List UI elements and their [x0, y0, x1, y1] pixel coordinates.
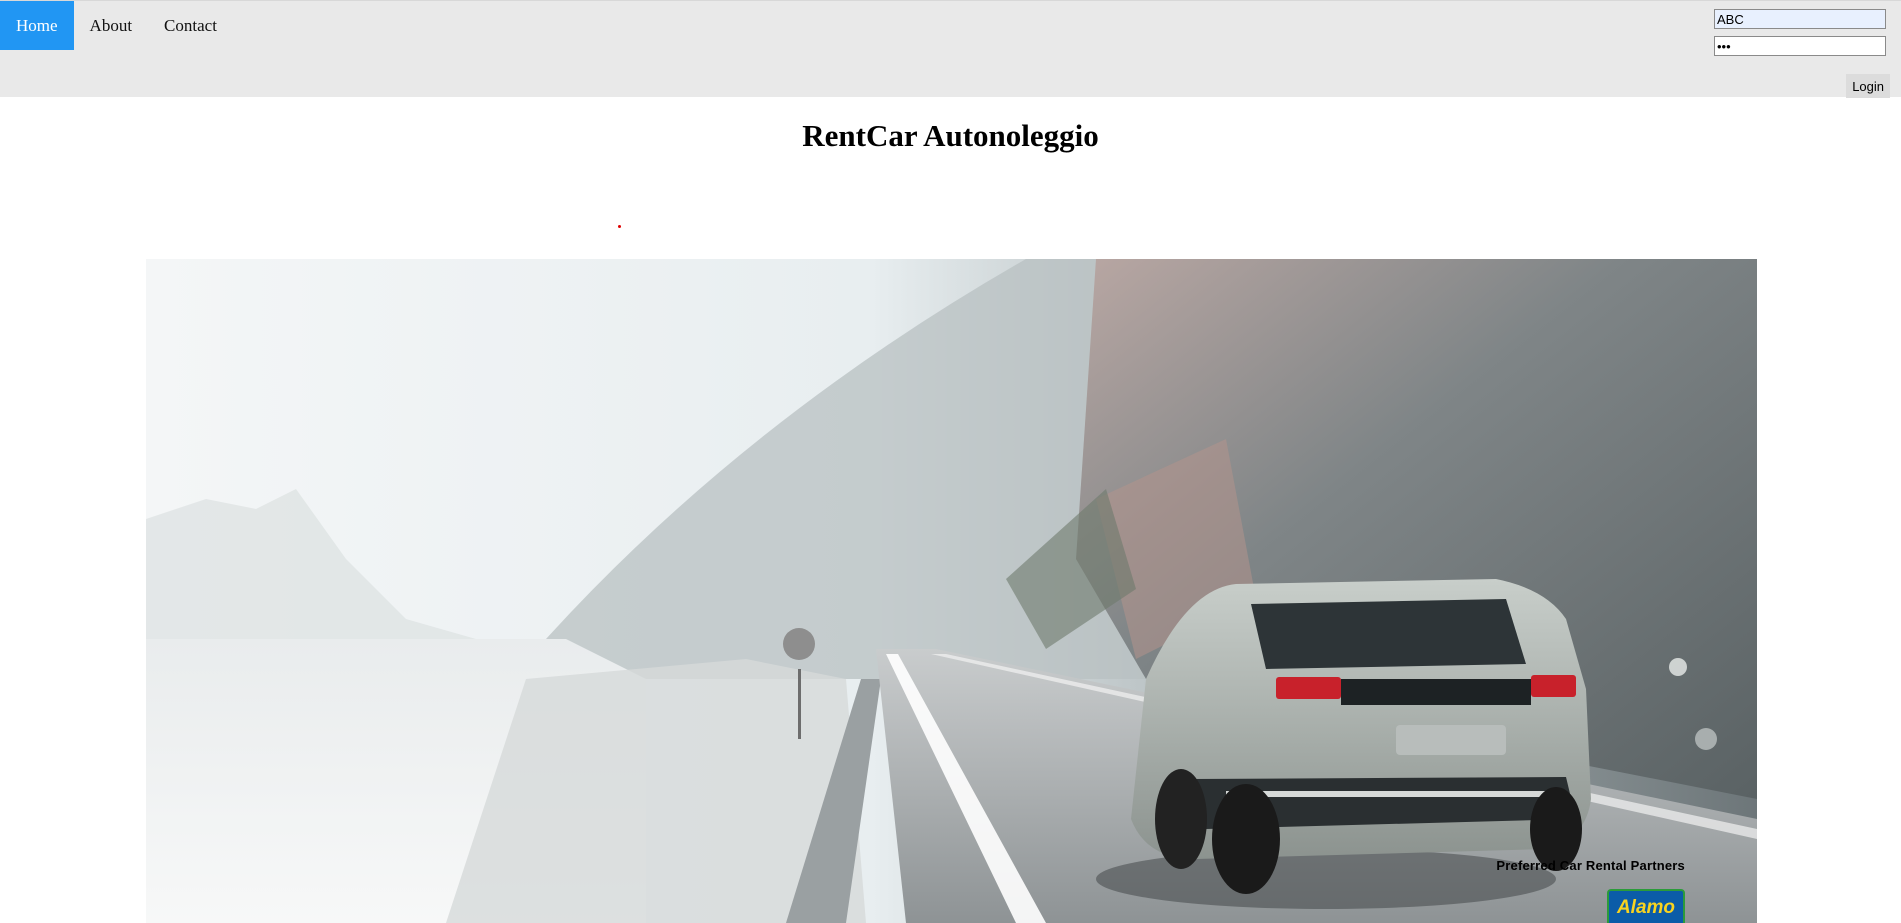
nav-about-link[interactable]: About	[74, 1, 149, 50]
page-title: RentCar Autonoleggio	[802, 118, 1099, 153]
password-input[interactable]	[1714, 36, 1886, 56]
alamo-logo[interactable]: Alamo	[1607, 889, 1685, 923]
hero-banner-image: Preferred Car Rental Partners Alamo	[146, 259, 1757, 923]
red-dot-marker	[618, 225, 621, 228]
username-input[interactable]	[1714, 9, 1886, 29]
nav-contact-link[interactable]: Contact	[148, 1, 233, 50]
hero-illustration	[146, 259, 1757, 923]
partners-label: Preferred Car Rental Partners	[1496, 858, 1685, 873]
nav-home-link[interactable]: Home	[0, 1, 74, 50]
main-nav: Home About Contact	[0, 1, 233, 50]
login-form	[1714, 9, 1886, 63]
top-navbar: Home About Contact Login	[0, 0, 1901, 98]
login-button[interactable]: Login	[1846, 74, 1890, 98]
